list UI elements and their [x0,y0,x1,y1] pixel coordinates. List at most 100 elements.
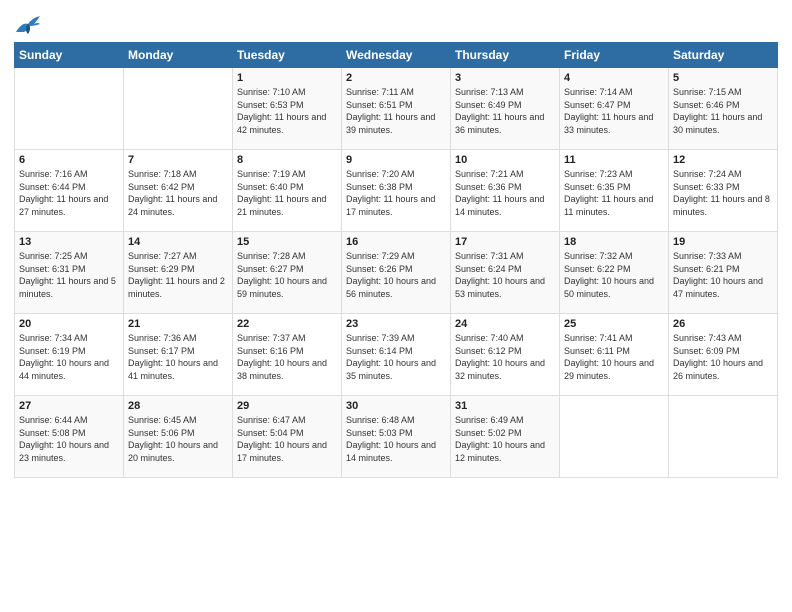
day-number: 15 [237,236,337,248]
day-number: 1 [237,72,337,84]
cell-info: Sunrise: 7:21 AM Sunset: 6:36 PM Dayligh… [455,168,555,218]
cell-info: Sunrise: 7:13 AM Sunset: 6:49 PM Dayligh… [455,86,555,136]
calendar-week-row: 20 Sunrise: 7:34 AM Sunset: 6:19 PM Dayli… [15,314,778,396]
weekday-header: Wednesday [342,43,451,68]
day-number: 19 [673,236,773,248]
calendar-cell [669,396,778,478]
calendar-cell [560,396,669,478]
day-number: 16 [346,236,446,248]
cell-info: Sunrise: 6:47 AM Sunset: 5:04 PM Dayligh… [237,414,337,464]
calendar-cell: 16 Sunrise: 7:29 AM Sunset: 6:26 PM Dayli… [342,232,451,314]
cell-info: Sunrise: 7:40 AM Sunset: 6:12 PM Dayligh… [455,332,555,382]
day-number: 18 [564,236,664,248]
cell-info: Sunrise: 6:49 AM Sunset: 5:02 PM Dayligh… [455,414,555,464]
weekday-header: Sunday [15,43,124,68]
calendar-cell: 29 Sunrise: 6:47 AM Sunset: 5:04 PM Dayli… [233,396,342,478]
cell-info: Sunrise: 7:36 AM Sunset: 6:17 PM Dayligh… [128,332,228,382]
calendar-cell: 15 Sunrise: 7:28 AM Sunset: 6:27 PM Dayli… [233,232,342,314]
page: SundayMondayTuesdayWednesdayThursdayFrid… [0,0,792,612]
calendar-cell: 25 Sunrise: 7:41 AM Sunset: 6:11 PM Dayli… [560,314,669,396]
calendar-cell: 2 Sunrise: 7:11 AM Sunset: 6:51 PM Daylig… [342,68,451,150]
calendar-cell: 3 Sunrise: 7:13 AM Sunset: 6:49 PM Daylig… [451,68,560,150]
cell-info: Sunrise: 7:19 AM Sunset: 6:40 PM Dayligh… [237,168,337,218]
cell-info: Sunrise: 7:29 AM Sunset: 6:26 PM Dayligh… [346,250,446,300]
calendar-cell: 6 Sunrise: 7:16 AM Sunset: 6:44 PM Daylig… [15,150,124,232]
calendar-cell: 14Sunrise: 7:27 AM Sunset: 6:29 PM Dayli… [124,232,233,314]
calendar-cell: 19Sunrise: 7:33 AM Sunset: 6:21 PM Dayli… [669,232,778,314]
day-number: 17 [455,236,555,248]
cell-info: Sunrise: 6:48 AM Sunset: 5:03 PM Dayligh… [346,414,446,464]
day-number: 7 [128,154,228,166]
calendar-cell: 17Sunrise: 7:31 AM Sunset: 6:24 PM Dayli… [451,232,560,314]
calendar-cell: 8Sunrise: 7:19 AM Sunset: 6:40 PM Daylig… [233,150,342,232]
cell-info: Sunrise: 7:10 AM Sunset: 6:53 PM Dayligh… [237,86,337,136]
cell-info: Sunrise: 7:20 AM Sunset: 6:38 PM Dayligh… [346,168,446,218]
calendar-cell [124,68,233,150]
day-number: 13 [19,236,119,248]
day-number: 12 [673,154,773,166]
weekday-header: Saturday [669,43,778,68]
day-number: 25 [564,318,664,330]
header [14,10,778,36]
day-number: 29 [237,400,337,412]
day-number: 30 [346,400,446,412]
calendar-cell: 9 Sunrise: 7:20 AM Sunset: 6:38 PM Daylig… [342,150,451,232]
cell-info: Sunrise: 7:39 AM Sunset: 6:14 PM Dayligh… [346,332,446,382]
day-number: 26 [673,318,773,330]
calendar-cell: 5Sunrise: 7:15 AM Sunset: 6:46 PM Daylig… [669,68,778,150]
weekday-header: Thursday [451,43,560,68]
weekday-header: Friday [560,43,669,68]
cell-info: Sunrise: 7:41 AM Sunset: 6:11 PM Dayligh… [564,332,664,382]
day-number: 6 [19,154,119,166]
calendar-cell: 28 Sunrise: 6:45 AM Sunset: 5:06 PM Dayli… [124,396,233,478]
cell-info: Sunrise: 7:11 AM Sunset: 6:51 PM Dayligh… [346,86,446,136]
calendar-cell: 20 Sunrise: 7:34 AM Sunset: 6:19 PM Dayli… [15,314,124,396]
calendar-week-row: 13 Sunrise: 7:25 AM Sunset: 6:31 PM Dayli… [15,232,778,314]
cell-info: Sunrise: 7:25 AM Sunset: 6:31 PM Dayligh… [19,250,119,300]
day-number: 24 [455,318,555,330]
day-number: 4 [564,72,664,84]
day-number: 9 [346,154,446,166]
calendar-week-row: 6 Sunrise: 7:16 AM Sunset: 6:44 PM Daylig… [15,150,778,232]
cell-info: Sunrise: 7:34 AM Sunset: 6:19 PM Dayligh… [19,332,119,382]
calendar-cell: 13 Sunrise: 7:25 AM Sunset: 6:31 PM Dayli… [15,232,124,314]
calendar-cell: 12 Sunrise: 7:24 AM Sunset: 6:33 PM Dayli… [669,150,778,232]
day-number: 14 [128,236,228,248]
calendar-cell: 27Sunrise: 6:44 AM Sunset: 5:08 PM Dayli… [15,396,124,478]
cell-info: Sunrise: 6:45 AM Sunset: 5:06 PM Dayligh… [128,414,228,464]
day-number: 10 [455,154,555,166]
calendar-week-row: 27Sunrise: 6:44 AM Sunset: 5:08 PM Dayli… [15,396,778,478]
calendar-cell: 4 Sunrise: 7:14 AM Sunset: 6:47 PM Daylig… [560,68,669,150]
calendar-cell: 1 Sunrise: 7:10 AM Sunset: 6:53 PM Daylig… [233,68,342,150]
calendar-cell: 31 Sunrise: 6:49 AM Sunset: 5:02 PM Dayli… [451,396,560,478]
cell-info: Sunrise: 7:28 AM Sunset: 6:27 PM Dayligh… [237,250,337,300]
day-number: 5 [673,72,773,84]
cell-info: Sunrise: 7:14 AM Sunset: 6:47 PM Dayligh… [564,86,664,136]
day-number: 11 [564,154,664,166]
logo-icon [14,14,42,36]
day-number: 31 [455,400,555,412]
calendar-header-row: SundayMondayTuesdayWednesdayThursdayFrid… [15,43,778,68]
cell-info: Sunrise: 7:16 AM Sunset: 6:44 PM Dayligh… [19,168,119,218]
cell-info: Sunrise: 7:24 AM Sunset: 6:33 PM Dayligh… [673,168,773,218]
day-number: 22 [237,318,337,330]
weekday-header: Monday [124,43,233,68]
cell-info: Sunrise: 7:37 AM Sunset: 6:16 PM Dayligh… [237,332,337,382]
weekday-header: Tuesday [233,43,342,68]
day-number: 21 [128,318,228,330]
logo [14,14,45,36]
calendar-cell: 24 Sunrise: 7:40 AM Sunset: 6:12 PM Dayli… [451,314,560,396]
calendar-week-row: 1 Sunrise: 7:10 AM Sunset: 6:53 PM Daylig… [15,68,778,150]
cell-info: Sunrise: 7:43 AM Sunset: 6:09 PM Dayligh… [673,332,773,382]
calendar-cell: 23 Sunrise: 7:39 AM Sunset: 6:14 PM Dayli… [342,314,451,396]
day-number: 2 [346,72,446,84]
calendar-cell: 30 Sunrise: 6:48 AM Sunset: 5:03 PM Dayli… [342,396,451,478]
calendar-cell: 11 Sunrise: 7:23 AM Sunset: 6:35 PM Dayli… [560,150,669,232]
calendar-cell: 22 Sunrise: 7:37 AM Sunset: 6:16 PM Dayli… [233,314,342,396]
day-number: 28 [128,400,228,412]
day-number: 3 [455,72,555,84]
cell-info: Sunrise: 7:23 AM Sunset: 6:35 PM Dayligh… [564,168,664,218]
day-number: 20 [19,318,119,330]
day-number: 23 [346,318,446,330]
calendar-cell [15,68,124,150]
